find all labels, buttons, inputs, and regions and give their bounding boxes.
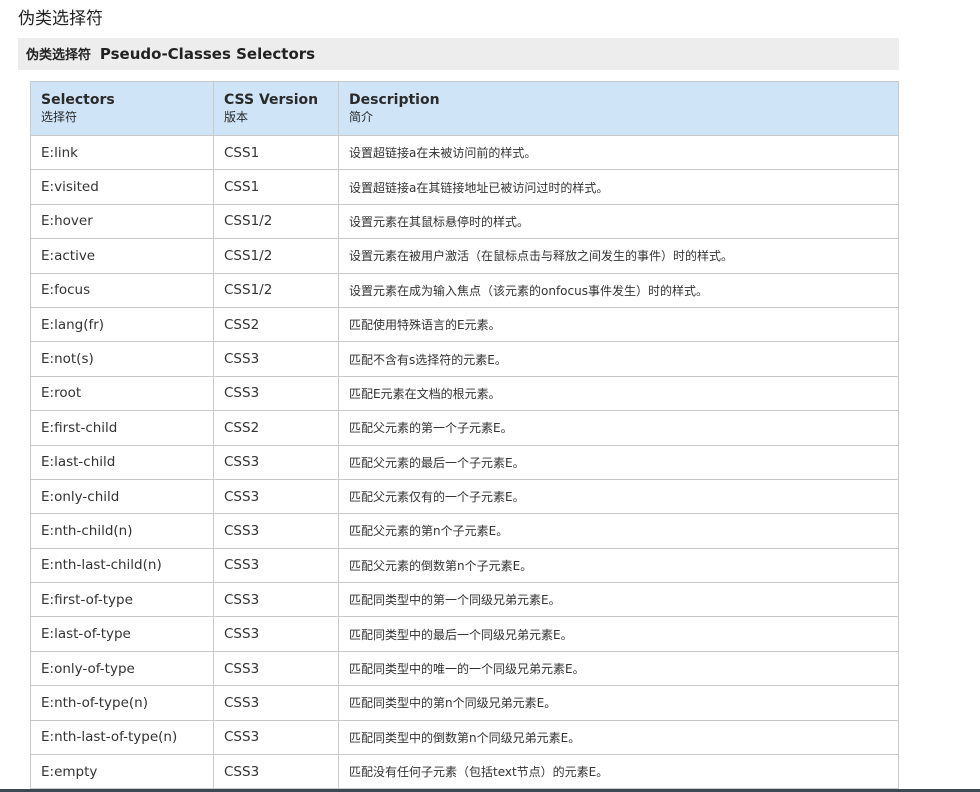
description-cell: 设置元素在其鼠标悬停时的样式。 [338, 203, 899, 240]
version-cell: CSS3 [213, 513, 339, 549]
table-row: E:lang(fr) CSS2 匹配使用特殊语言的E元素。 [30, 306, 899, 343]
description-cell: 设置元素在被用户激活（在鼠标点击与释放之间发生的事件）时的样式。 [338, 238, 899, 274]
description-cell: 匹配没有任何子元素（包括text节点）的元素E。 [338, 754, 899, 790]
version-cell: CSS3 [213, 375, 339, 412]
version-cell: CSS3 [213, 547, 339, 584]
description-cell: 设置超链接a在未被访问前的样式。 [338, 134, 899, 171]
version-cell: CSS3 [213, 478, 339, 515]
version-cell: CSS3 [213, 754, 339, 790]
header-selectors-cn: 选择符 [41, 109, 78, 124]
selector-cell: E:link [30, 134, 214, 171]
caption-en: Pseudo-Classes Selectors [99, 45, 316, 63]
table-row: E:first-child CSS2 匹配父元素的第一个子元素E。 [30, 410, 899, 446]
table-row: E:only-of-type CSS3 匹配同类型中的唯一的一个同级兄弟元素E。 [30, 650, 899, 687]
table-row: E:focus CSS1/2 设置元素在成为输入焦点（该元素的onfocus事件发生… [30, 272, 899, 308]
table-row: E:hover CSS1/2 设置元素在其鼠标悬停时的样式。 [30, 203, 899, 240]
version-cell: CSS3 [213, 616, 339, 652]
description-cell: 设置元素在成为输入焦点（该元素的onfocus事件发生）时的样式。 [338, 272, 899, 308]
version-cell: CSS3 [213, 719, 339, 756]
header-version: CSS Version 版本 [213, 81, 339, 136]
header-version-cn: 版本 [224, 109, 249, 124]
table-row: E:nth-last-child(n) CSS3 匹配父元素的倒数第n个子元素E。 [30, 547, 899, 584]
version-cell: CSS3 [213, 341, 339, 377]
selector-cell: E:only-of-type [30, 650, 214, 687]
table-row: E:not(s) CSS3 匹配不含有s选择符的元素E。 [30, 341, 899, 377]
description-cell: 匹配同类型中的唯一的一个同级兄弟元素E。 [338, 650, 899, 687]
header-selectors: Selectors 选择符 [30, 81, 214, 136]
selectors-figure: 伪类选择符 Pseudo-Classes Selectors Selectors… [18, 38, 899, 790]
selector-cell: E:active [30, 238, 214, 274]
version-cell: CSS1/2 [213, 203, 339, 240]
selector-cell: E:only-child [30, 478, 214, 515]
header-description-en: Description [349, 91, 440, 108]
version-cell: CSS1/2 [213, 272, 339, 308]
version-cell: CSS1/2 [213, 238, 339, 274]
selector-cell: E:root [30, 375, 214, 412]
description-cell: 匹配父元素的第n个子元素E。 [338, 513, 899, 549]
selector-cell: E:focus [30, 272, 214, 308]
version-cell: CSS1 [213, 169, 339, 205]
description-cell: 匹配父元素的倒数第n个子元素E。 [338, 547, 899, 584]
table-row: E:visited CSS1 设置超链接a在其链接地址已被访问过时的样式。 [30, 169, 899, 205]
figure-caption: 伪类选择符 Pseudo-Classes Selectors [18, 38, 899, 70]
table-row: E:empty CSS3 匹配没有任何子元素（包括text节点）的元素E。 [30, 754, 899, 790]
description-cell: 匹配父元素仅有的一个子元素E。 [338, 478, 899, 515]
description-cell: 匹配父元素的最后一个子元素E。 [338, 444, 899, 480]
selector-cell: E:not(s) [30, 341, 214, 377]
selector-cell: E:hover [30, 203, 214, 240]
table-row: E:nth-last-of-type(n) CSS3 匹配同类型中的倒数第n个同级兄… [30, 719, 899, 756]
table-row: E:only-child CSS3 匹配父元素仅有的一个子元素E。 [30, 478, 899, 515]
selectors-table: Selectors 选择符 CSS Version 版本 Description… [30, 81, 899, 790]
version-cell: CSS3 [213, 685, 339, 721]
header-version-en: CSS Version [224, 91, 319, 108]
table-row: E:link CSS1 设置超链接a在未被访问前的样式。 [30, 134, 899, 171]
header-description-cn: 简介 [349, 109, 374, 124]
version-cell: CSS2 [213, 306, 339, 343]
description-cell: 匹配E元素在文档的根元素。 [338, 375, 899, 412]
version-cell: CSS3 [213, 582, 339, 618]
table-row: E:last-child CSS3 匹配父元素的最后一个子元素E。 [30, 444, 899, 480]
selector-cell: E:empty [30, 754, 214, 790]
description-cell: 匹配使用特殊语言的E元素。 [338, 306, 899, 343]
version-cell: CSS2 [213, 410, 339, 446]
version-cell: CSS3 [213, 650, 339, 687]
description-cell: 匹配父元素的第一个子元素E。 [338, 410, 899, 446]
selector-cell: E:first-of-type [30, 582, 214, 618]
table-header-row: Selectors 选择符 CSS Version 版本 Description… [30, 81, 899, 136]
selector-cell: E:first-child [30, 410, 214, 446]
table-row: E:first-of-type CSS3 匹配同类型中的第一个同级兄弟元素E。 [30, 582, 899, 618]
selector-cell: E:nth-last-of-type(n) [30, 719, 214, 756]
selector-cell: E:nth-child(n) [30, 513, 214, 549]
page-heading: 伪类选择符 [18, 9, 103, 29]
description-cell: 匹配同类型中的倒数第n个同级兄弟元素E。 [338, 719, 899, 756]
description-cell: 匹配同类型中的第一个同级兄弟元素E。 [338, 582, 899, 618]
selector-cell: E:nth-of-type(n) [30, 685, 214, 721]
description-cell: 设置超链接a在其链接地址已被访问过时的样式。 [338, 169, 899, 205]
table-row: E:last-of-type CSS3 匹配同类型中的最后一个同级兄弟元素E。 [30, 616, 899, 652]
selector-cell: E:last-child [30, 444, 214, 480]
selector-cell: E:lang(fr) [30, 306, 214, 343]
table-body: E:link CSS1 设置超链接a在未被访问前的样式。 E:visited CSS1 设… [30, 134, 899, 790]
table-row: E:root CSS3 匹配E元素在文档的根元素。 [30, 375, 899, 412]
description-cell: 匹配同类型中的最后一个同级兄弟元素E。 [338, 616, 899, 652]
version-cell: CSS1 [213, 134, 339, 171]
selector-cell: E:last-of-type [30, 616, 214, 652]
table-row: E:nth-child(n) CSS3 匹配父元素的第n个子元素E。 [30, 513, 899, 549]
header-selectors-en: Selectors [41, 91, 115, 108]
table-row: E:active CSS1/2 设置元素在被用户激活（在鼠标点击与释放之间发生的事件… [30, 238, 899, 274]
description-cell: 匹配不含有s选择符的元素E。 [338, 341, 899, 377]
caption-cn: 伪类选择符 [26, 48, 92, 63]
selector-cell: E:visited [30, 169, 214, 205]
table-row: E:nth-of-type(n) CSS3 匹配同类型中的第n个同级兄弟元素E。 [30, 685, 899, 721]
description-cell: 匹配同类型中的第n个同级兄弟元素E。 [338, 685, 899, 721]
header-description: Description 简介 [338, 81, 899, 136]
version-cell: CSS3 [213, 444, 339, 480]
selector-cell: E:nth-last-child(n) [30, 547, 214, 584]
